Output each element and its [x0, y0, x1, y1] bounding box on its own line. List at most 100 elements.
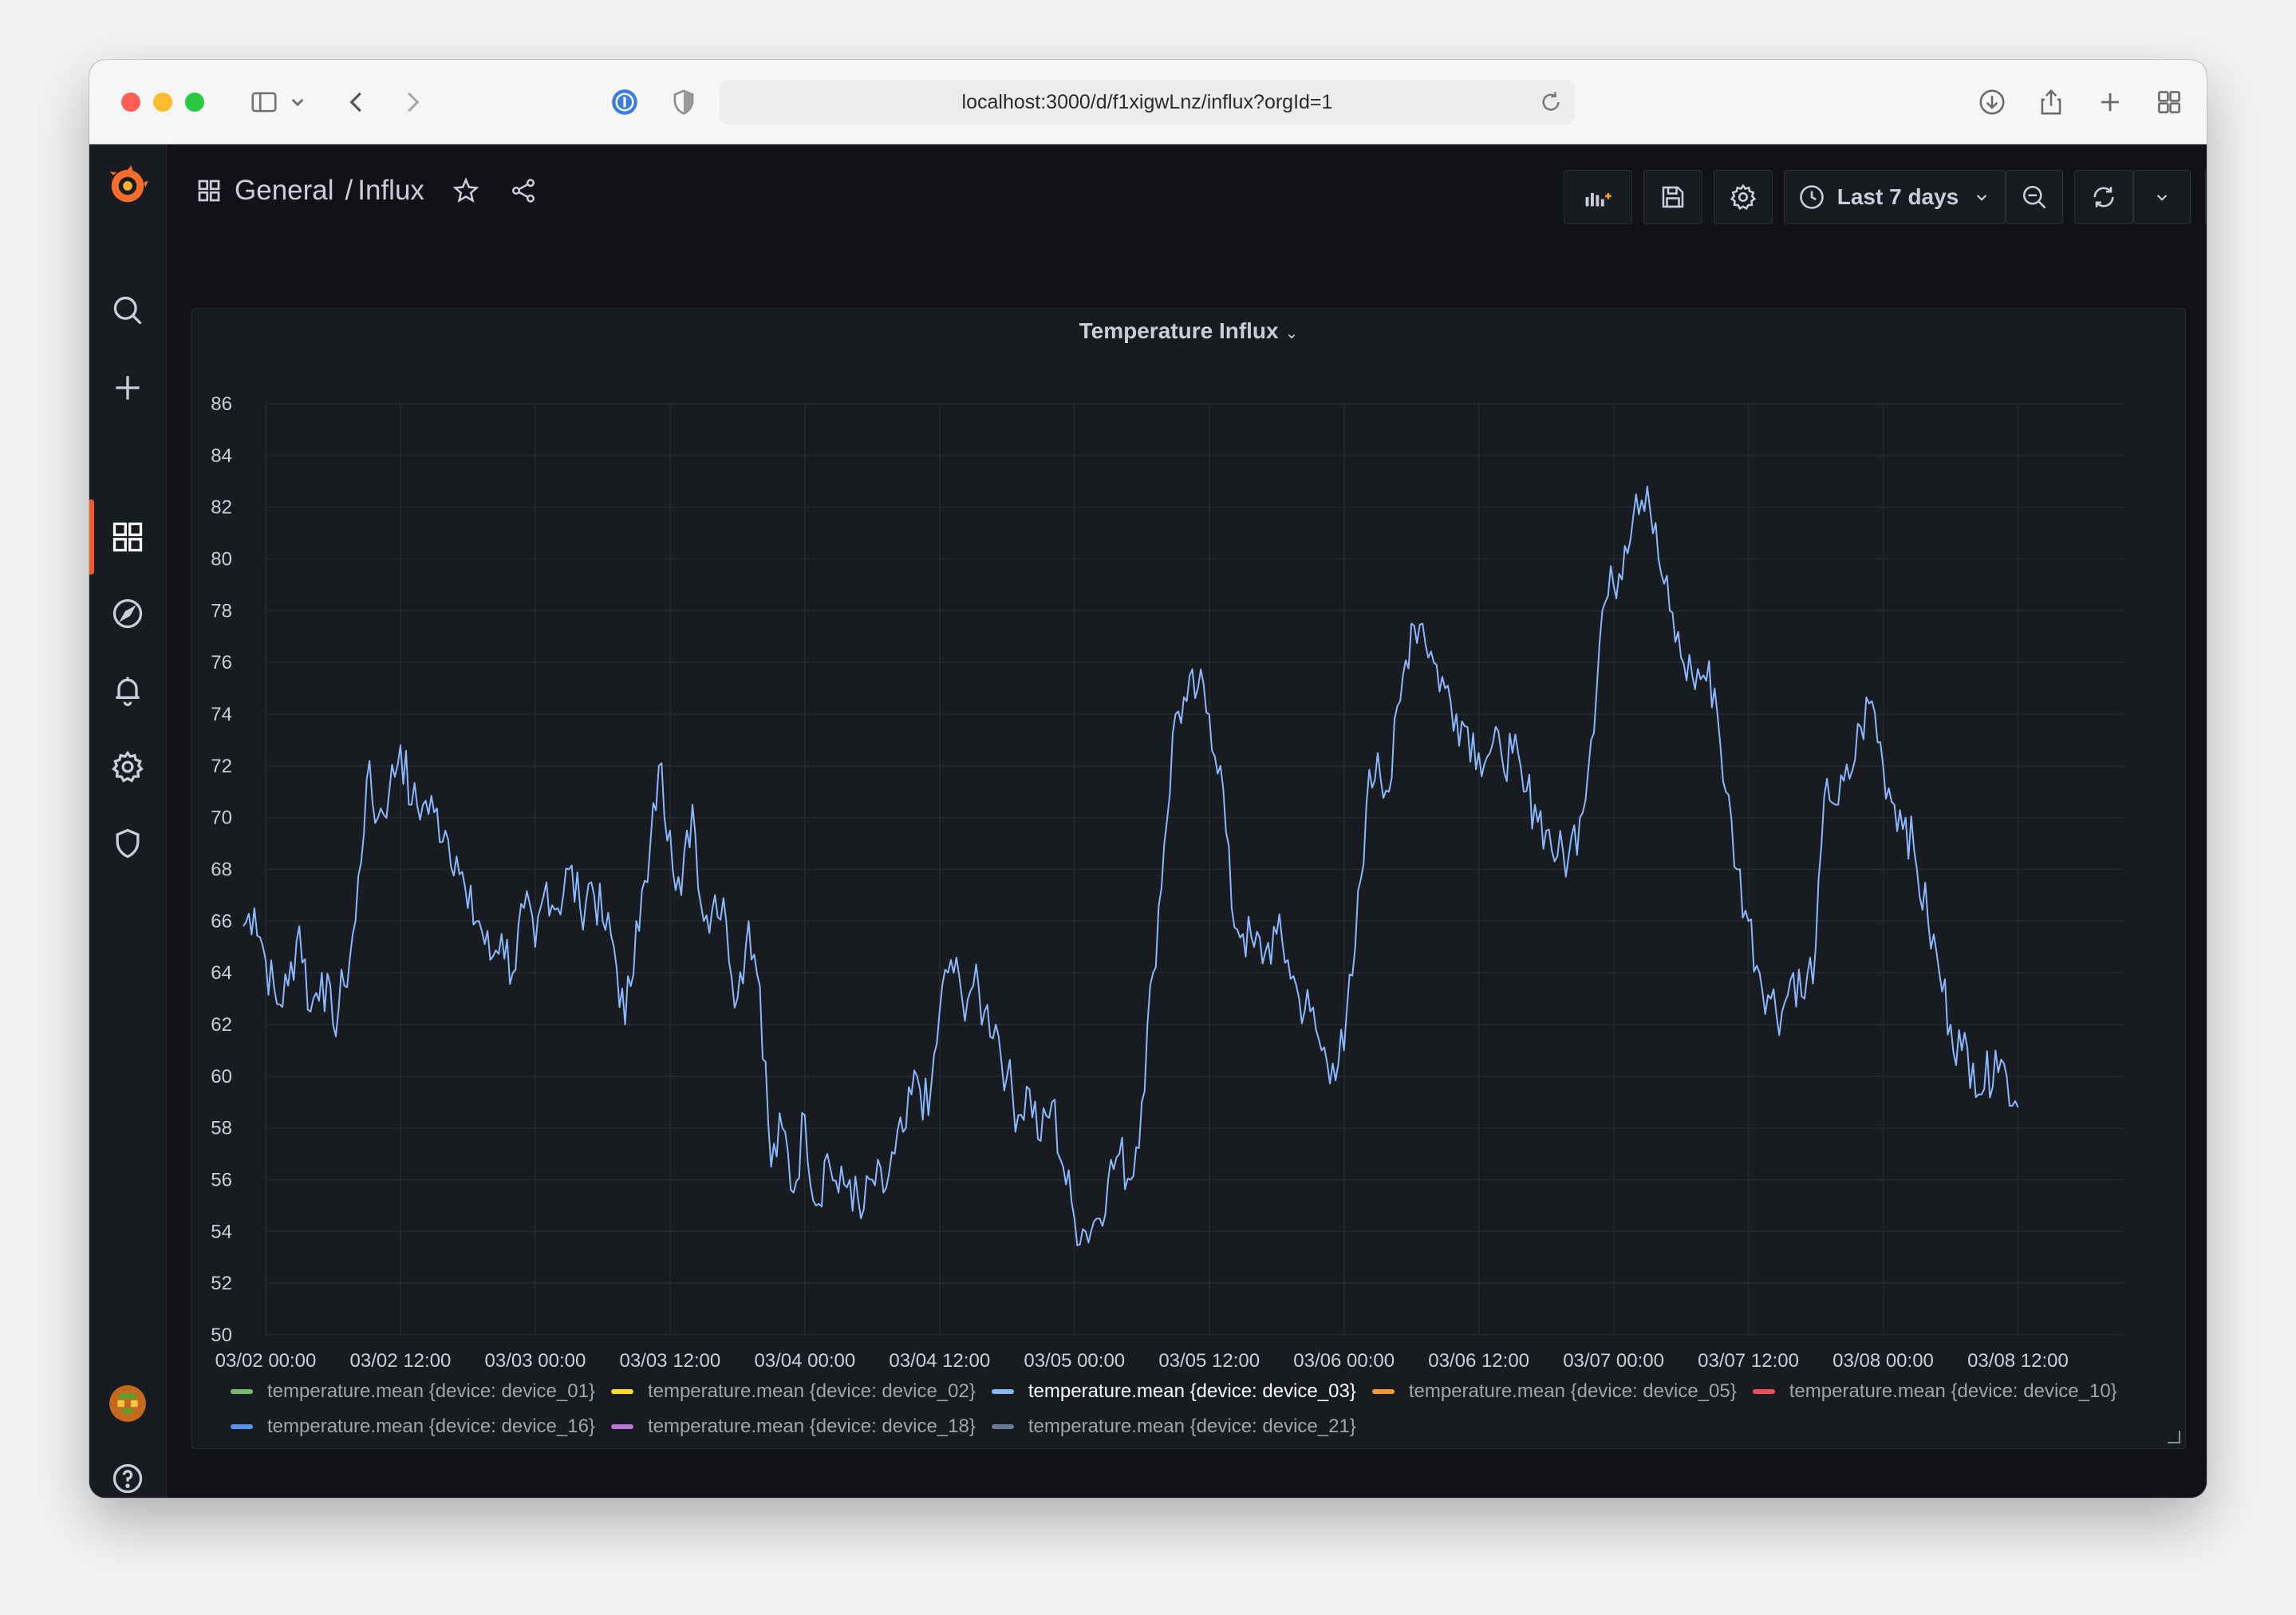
- x-tick-label: 03/03 12:00: [619, 1350, 720, 1370]
- help-icon[interactable]: [89, 1447, 166, 1498]
- dashboard-settings-button[interactable]: [1714, 170, 1773, 224]
- legend-label: temperature.mean {device: device_10}: [1789, 1380, 2117, 1402]
- legend-row: temperature.mean {device: device_16} temp…: [231, 1409, 2161, 1444]
- legend-label: temperature.mean {device: device_01}: [267, 1380, 595, 1402]
- legend-label: temperature.mean {device: device_16}: [267, 1416, 595, 1437]
- browser-toolbar: localhost:3000/d/f1xigwLnz/influx?orgId=…: [89, 60, 2207, 144]
- chevron-down-icon: [2156, 195, 2168, 201]
- url-text: localhost:3000/d/f1xigwLnz/influx?orgId=…: [961, 90, 1333, 113]
- new-tab-icon[interactable]: [2092, 84, 2128, 120]
- grafana-logo-icon[interactable]: [89, 154, 166, 218]
- breadcrumb-separator: /: [345, 175, 353, 206]
- share-dashboard-icon[interactable]: [509, 176, 538, 205]
- password-manager-icon[interactable]: [606, 84, 643, 120]
- y-tick-label: 52: [211, 1273, 232, 1294]
- y-tick-label: 66: [211, 910, 232, 932]
- shield-icon[interactable]: [89, 811, 166, 875]
- minimize-window-button[interactable]: [153, 93, 172, 112]
- x-tick-label: 03/06 00:00: [1293, 1350, 1395, 1370]
- y-tick-label: 60: [211, 1066, 232, 1088]
- y-tick-label: 76: [211, 652, 232, 673]
- add-panel-button[interactable]: [1564, 170, 1632, 224]
- y-tick-label: 74: [211, 704, 232, 725]
- star-icon[interactable]: [452, 176, 480, 205]
- forward-icon[interactable]: [394, 84, 431, 120]
- legend-item[interactable]: temperature.mean {device: device_16}: [231, 1416, 595, 1438]
- sidebar-toggle-icon[interactable]: [246, 84, 282, 120]
- privacy-shield-icon[interactable]: [665, 84, 702, 120]
- zoom-out-icon: [2022, 185, 2046, 209]
- zoom-out-button[interactable]: [2006, 170, 2063, 224]
- panel-resize-handle[interactable]: [2168, 1431, 2180, 1443]
- user-avatar[interactable]: [89, 1372, 166, 1435]
- legend-color-swatch: [1371, 1389, 1395, 1394]
- gear-icon: [1730, 184, 1757, 210]
- y-tick-label: 84: [211, 445, 232, 467]
- save-icon: [1662, 186, 1684, 208]
- settings-icon[interactable]: [89, 735, 166, 799]
- view-mode-button[interactable]: [2205, 170, 2207, 224]
- x-tick-label: 03/03 00:00: [485, 1350, 586, 1370]
- refresh-interval-button[interactable]: [2133, 170, 2191, 224]
- y-tick-label: 82: [211, 497, 232, 519]
- legend-row: temperature.mean {device: device_01} temp…: [231, 1374, 2161, 1409]
- time-picker-button[interactable]: Last 7 days: [1784, 170, 2006, 224]
- legend-item[interactable]: temperature.mean {device: device_10}: [1752, 1380, 2117, 1403]
- legend-color-swatch: [610, 1389, 633, 1394]
- x-tick-label: 03/05 12:00: [1158, 1350, 1260, 1370]
- chevron-down-icon: [1977, 195, 1987, 201]
- y-tick-label: 54: [211, 1221, 232, 1242]
- legend-label: temperature.mean {device: device_03}: [1028, 1380, 1356, 1402]
- maximize-window-button[interactable]: [185, 93, 204, 112]
- legend-label: temperature.mean {device: device_18}: [647, 1416, 976, 1437]
- legend-item[interactable]: temperature.mean {device: device_02}: [610, 1380, 976, 1403]
- legend-label: temperature.mean {device: device_21}: [1028, 1416, 1356, 1437]
- close-window-button[interactable]: [121, 93, 140, 112]
- share-icon[interactable]: [2033, 84, 2069, 120]
- legend-item[interactable]: temperature.mean {device: device_05}: [1371, 1380, 1737, 1403]
- y-tick-label: 78: [211, 600, 232, 622]
- legend-color-swatch: [991, 1389, 1014, 1394]
- y-tick-label: 64: [211, 962, 232, 984]
- x-tick-label: 03/02 00:00: [215, 1350, 317, 1370]
- time-range-label: Last 7 days: [1836, 184, 1959, 209]
- downloads-icon[interactable]: [1974, 84, 2010, 120]
- alerting-icon[interactable]: [89, 658, 166, 722]
- legend-color-swatch: [610, 1424, 633, 1429]
- explore-icon[interactable]: [89, 582, 166, 646]
- y-tick-label: 58: [211, 1118, 232, 1139]
- address-bar[interactable]: localhost:3000/d/f1xigwLnz/influx?orgId=…: [720, 80, 1575, 124]
- legend-item[interactable]: temperature.mean {device: device_01}: [231, 1380, 595, 1403]
- legend-item[interactable]: temperature.mean {device: device_21}: [991, 1416, 1356, 1438]
- save-dashboard-button[interactable]: [1643, 170, 1702, 224]
- dashboards-icon[interactable]: [89, 505, 166, 569]
- tab-overview-icon[interactable]: [2151, 84, 2188, 120]
- x-tick-label: 03/04 12:00: [889, 1350, 990, 1370]
- search-icon[interactable]: [89, 278, 166, 342]
- side-menu: [89, 144, 167, 1498]
- chart-legend: temperature.mean {device: device_01}temp…: [231, 1374, 2161, 1444]
- legend-item[interactable]: temperature.mean {device: device_18}: [610, 1416, 976, 1438]
- y-tick-label: 56: [211, 1170, 232, 1191]
- x-tick-label: 03/07 12:00: [1698, 1350, 1799, 1370]
- plus-icon[interactable]: [89, 356, 166, 420]
- breadcrumb-dashboard[interactable]: Influx: [357, 175, 424, 207]
- legend-color-swatch: [991, 1424, 1014, 1429]
- legend-label: temperature.mean {device: device_05}: [1408, 1380, 1737, 1402]
- time-series-chart[interactable]: 86 84 82 80 78 76 74 72 70 68 66 64 62 60 58 56 54 52 50 03…: [192, 309, 2185, 1370]
- back-icon[interactable]: [338, 84, 375, 120]
- graph-panel[interactable]: Temperature Influx ⌄ 86 84 82 80 78 76 74 72 70 68…: [191, 308, 2186, 1449]
- legend-color-swatch: [231, 1424, 253, 1429]
- dashboard-grid-icon: [198, 180, 220, 202]
- refresh-button[interactable]: [2074, 170, 2133, 224]
- y-tick-label: 68: [211, 859, 232, 881]
- y-tick-label: 72: [211, 756, 232, 777]
- chevron-down-icon[interactable]: [279, 84, 316, 120]
- x-tick-label: 03/04 00:00: [754, 1350, 855, 1370]
- reload-icon[interactable]: [1538, 89, 1564, 115]
- breadcrumb-folder[interactable]: General: [235, 175, 334, 207]
- legend-item[interactable]: temperature.mean {device: device_03}: [991, 1380, 1356, 1403]
- x-tick-label: 03/05 00:00: [1024, 1350, 1125, 1370]
- clock-icon: [1799, 185, 1824, 209]
- y-tick-label: 62: [211, 1014, 232, 1036]
